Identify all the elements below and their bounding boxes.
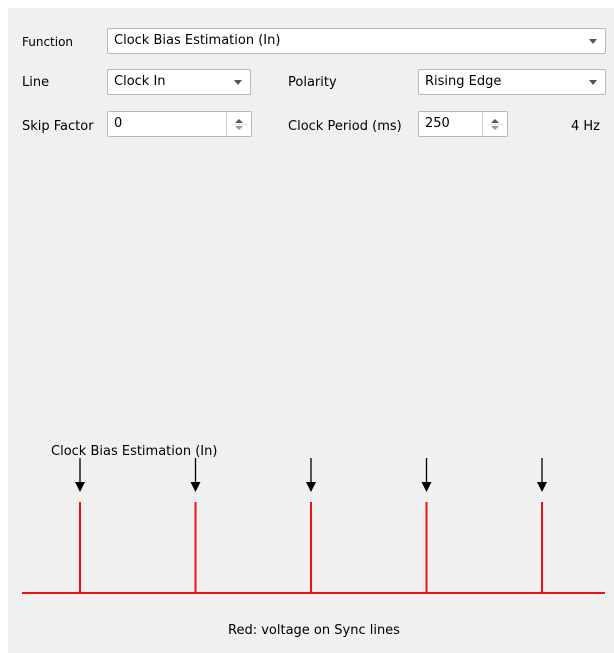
sync-settings-panel: Function Clock Bias Estimation (In) Line… <box>8 8 614 653</box>
down-arrow-icon <box>537 482 547 492</box>
down-arrow-icon <box>421 482 432 492</box>
diagram-title: Clock Bias Estimation (In) <box>51 444 217 459</box>
down-arrow-icon <box>306 482 316 492</box>
down-arrow-icon <box>75 482 85 492</box>
down-arrow-icon <box>190 482 201 492</box>
pulse-group <box>75 458 547 593</box>
diagram-legend: Red: voltage on Sync lines <box>228 623 400 638</box>
sync-timing-diagram: Clock Bias Estimation (In) Red: voltage … <box>22 444 605 638</box>
